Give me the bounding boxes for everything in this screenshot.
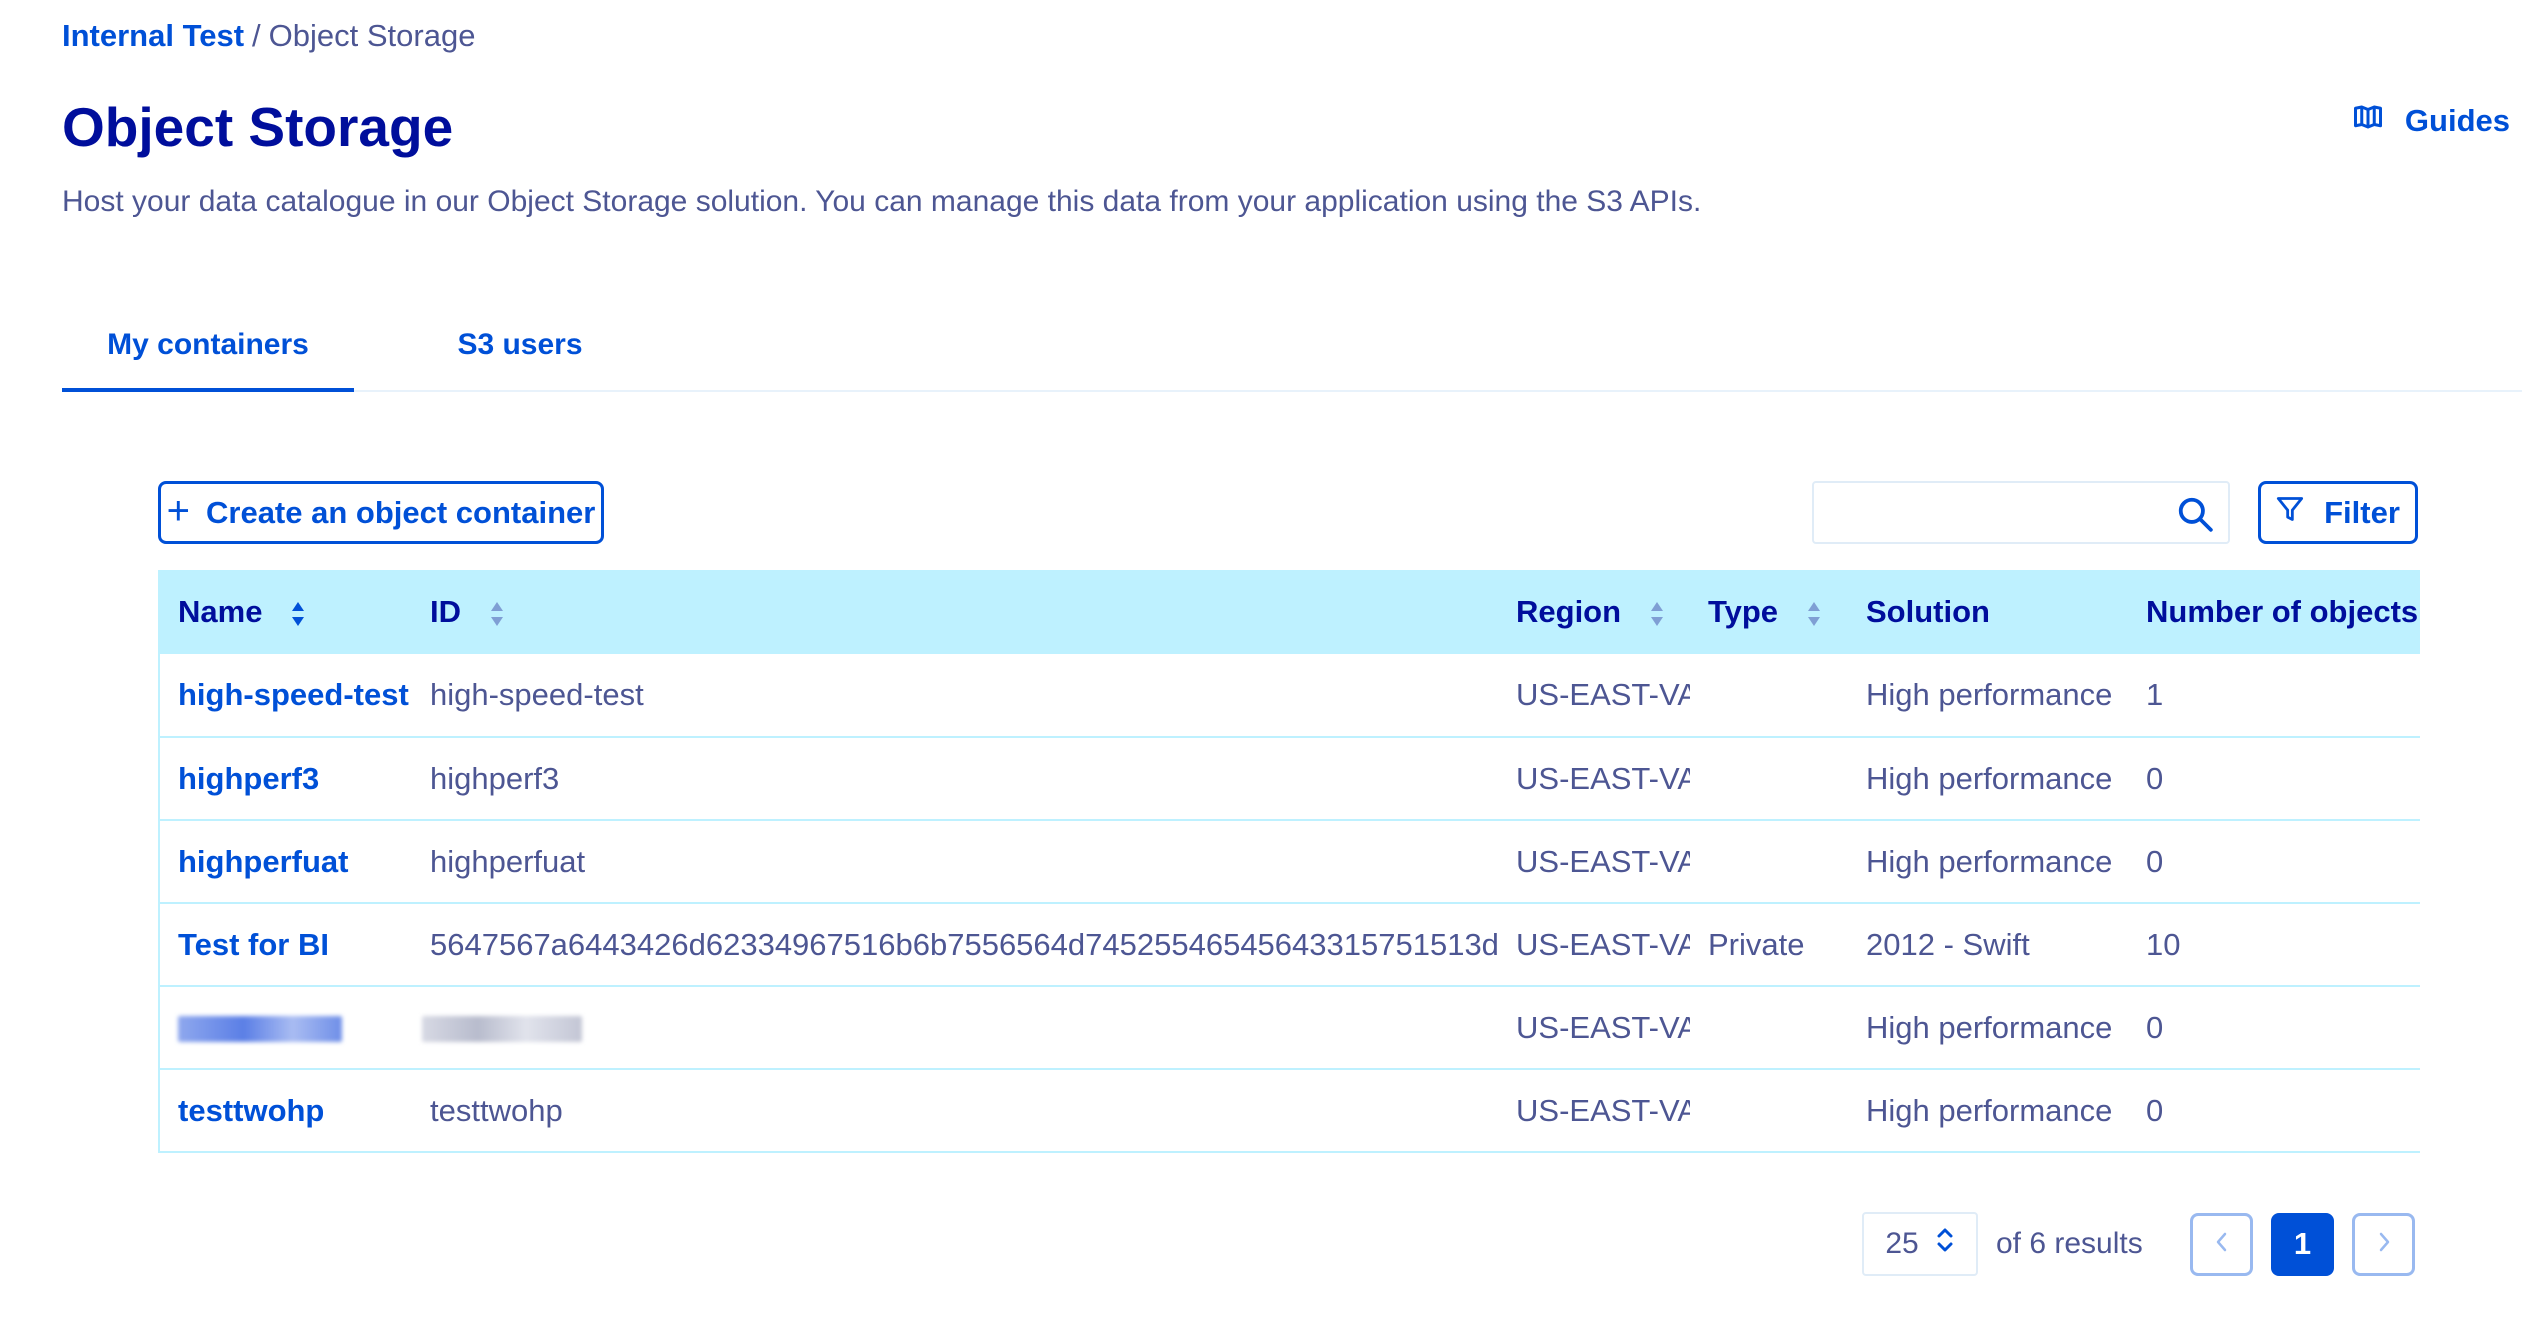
container-id: highperfuat (430, 843, 586, 879)
container-id: testtwohp (430, 1092, 563, 1128)
previous-page-button[interactable] (2190, 1212, 2253, 1276)
column-header-id[interactable]: ID (412, 570, 1498, 654)
breadcrumb-link-internal-test[interactable]: Internal Test (62, 18, 244, 53)
container-region: US-EAST-VA (1516, 1092, 1690, 1128)
column-header-number-of-objects: Number of objects (2146, 594, 2419, 629)
container-name-link[interactable]: highperfuat (160, 820, 412, 903)
page-subtitle: Host your data catalogue in our Object S… (62, 185, 1702, 218)
tab-my-containers[interactable]: My containers (62, 320, 354, 392)
search-icon[interactable] (2176, 495, 2214, 533)
container-id: 5647567a6443426d62334967516b6b7556564d74… (430, 926, 1498, 962)
container-object-count: 10 (2146, 926, 2181, 962)
container-id: highperf3 (430, 760, 560, 796)
container-name-link[interactable]: high-speed-test (160, 654, 412, 737)
container-id: high-speed-test (430, 677, 644, 712)
page-title: Object Storage (62, 96, 454, 158)
pagination: 25 of 6 results 1 (1862, 1212, 2415, 1276)
guides-label: Guides (2404, 103, 2510, 138)
container-region: US-EAST-VA (1516, 926, 1690, 962)
next-page-button[interactable] (2352, 1212, 2415, 1276)
chevron-right-icon (2374, 1229, 2394, 1260)
per-page-select[interactable]: 25 (1862, 1212, 1978, 1276)
column-header-type-label: Type (1708, 594, 1779, 629)
breadcrumb-current: Object Storage (268, 18, 476, 53)
container-region: US-EAST-VA (1516, 677, 1690, 712)
breadcrumb: Internal Test / Object Storage (62, 16, 475, 56)
sort-icon[interactable] (1649, 600, 1665, 628)
filter-label: Filter (2324, 494, 2400, 530)
table-row: testtwohp testtwohp US-EAST-VA High perf… (160, 1069, 2420, 1152)
column-header-region[interactable]: Region (1498, 570, 1690, 654)
tab-s3-users[interactable]: S3 users (414, 320, 626, 392)
filter-icon (2276, 495, 2304, 531)
results-count: of 6 results (1996, 1227, 2143, 1260)
chevron-up-down-icon (1935, 1225, 1955, 1263)
column-header-region-label: Region (1516, 594, 1622, 629)
create-container-label: Create an object container (206, 494, 596, 530)
container-name-link[interactable]: Test for BI (160, 903, 412, 986)
container-solution: 2012 - Swift (1866, 926, 2030, 962)
container-object-count: 0 (2146, 760, 2164, 796)
container-region: US-EAST-VA (1516, 1009, 1690, 1045)
book-icon (2353, 102, 2383, 140)
sort-icon[interactable] (290, 600, 306, 628)
column-header-name[interactable]: Name (160, 570, 412, 654)
container-object-count: 0 (2146, 1009, 2164, 1045)
container-name-link[interactable]: highperf3 (160, 737, 412, 820)
container-type: Private (1708, 926, 1805, 962)
container-solution: High performance (1866, 843, 2113, 879)
container-name-link[interactable]: testtwohp (160, 1069, 412, 1152)
filter-button[interactable]: Filter (2258, 481, 2418, 544)
container-id-redacted (412, 986, 1498, 1069)
column-header-id-label: ID (430, 594, 461, 629)
per-page-value: 25 (1885, 1227, 1919, 1260)
chevron-left-icon (2212, 1229, 2232, 1260)
sort-icon[interactable] (1806, 600, 1822, 628)
container-solution: High performance (1866, 1092, 2113, 1128)
container-region: US-EAST-VA (1516, 843, 1690, 879)
column-header-type[interactable]: Type (1690, 570, 1848, 654)
container-region: US-EAST-VA (1516, 760, 1690, 796)
table-header-row: Name ID Region Type Solution Number of o… (160, 570, 2420, 654)
guides-link[interactable]: Guides (2353, 102, 2510, 140)
table-row: Test for BI 5647567a6443426d62334967516b… (160, 903, 2420, 986)
redacted-placeholder (178, 1016, 342, 1043)
container-object-count: 1 (2146, 677, 2164, 712)
column-header-name-label: Name (178, 594, 263, 629)
containers-table: Name ID Region Type Solution Number of o… (158, 570, 2420, 1153)
container-name-link-redacted[interactable] (160, 986, 412, 1069)
page-button-current[interactable]: 1 (2271, 1212, 2334, 1276)
container-object-count: 0 (2146, 1092, 2164, 1128)
search-input[interactable] (1814, 483, 2154, 542)
container-type (1690, 737, 1848, 820)
table-row: high-speed-test high-speed-test US-EAST-… (160, 654, 2420, 737)
redacted-placeholder (422, 1016, 582, 1043)
sort-icon[interactable] (489, 600, 505, 628)
container-type (1690, 654, 1848, 737)
container-type (1690, 986, 1848, 1069)
container-type (1690, 820, 1848, 903)
container-solution: High performance (1866, 760, 2113, 796)
container-type (1690, 1069, 1848, 1152)
table-row: highperf3 highperf3 US-EAST-VA High perf… (160, 737, 2420, 820)
container-solution: High performance (1866, 677, 2113, 712)
container-object-count: 0 (2146, 843, 2164, 879)
plus-icon: + (166, 488, 190, 533)
container-solution: High performance (1866, 1009, 2113, 1045)
table-row: US-EAST-VA High performance 0 (160, 986, 2420, 1069)
breadcrumb-separator: / (252, 18, 261, 53)
search-box (1812, 481, 2230, 544)
create-container-button[interactable]: + Create an object container (158, 481, 604, 544)
column-header-solution: Solution (1866, 594, 1990, 629)
table-row: highperfuat highperfuat US-EAST-VA High … (160, 820, 2420, 903)
tab-bar: My containers S3 users (62, 320, 2522, 392)
